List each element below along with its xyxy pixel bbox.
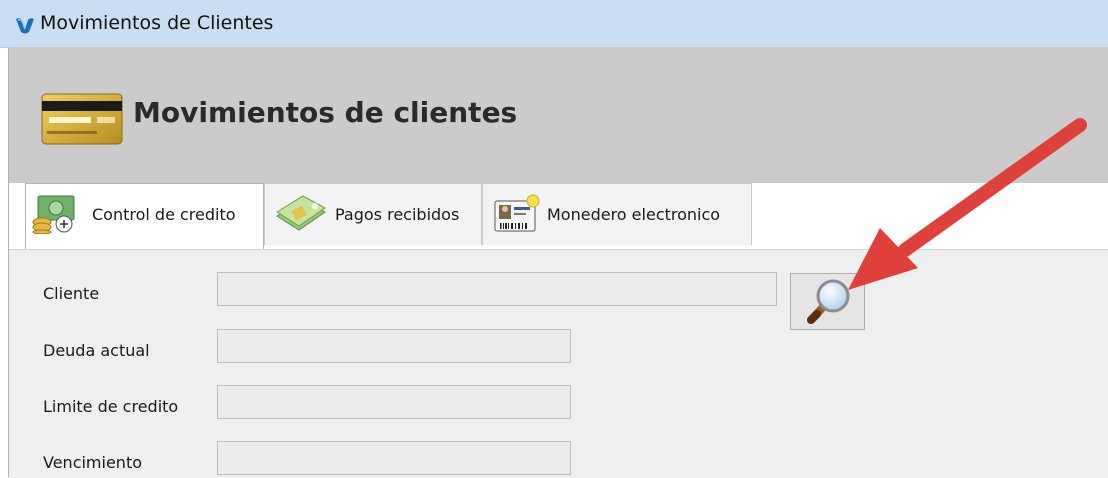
tab-monedero-electronico[interactable]: Monedero electronico [482, 183, 752, 245]
vencimiento-field[interactable] [217, 441, 571, 475]
money-calculator-icon [32, 195, 75, 234]
page-title: Movimientos de clientes [133, 96, 518, 129]
cliente-label: Cliente [43, 284, 100, 303]
tab-bar: Control de credito Pagos recibidos Moned… [9, 183, 1108, 249]
window-title: Movimientos de Clientes [40, 12, 274, 34]
search-client-button[interactable] [790, 273, 865, 330]
deuda-actual-field[interactable] [217, 329, 571, 363]
app-logo-icon [16, 18, 34, 34]
tab-label: Monedero electronico [547, 205, 721, 224]
cliente-field[interactable] [217, 272, 777, 306]
credit-control-form: Cliente Deuda actual Limite de credito V… [9, 249, 1108, 478]
tab-pagos-recibidos[interactable]: Pagos recibidos [264, 183, 482, 245]
header-banner: Movimientos de clientes [9, 47, 1108, 183]
limite-de-credito-label: Limite de credito [43, 397, 179, 416]
tab-control-de-credito[interactable]: Control de credito [25, 183, 264, 249]
window-titlebar: Movimientos de Clientes [0, 0, 1108, 48]
limite-de-credito-field[interactable] [217, 385, 571, 419]
cash-bundle-icon [276, 195, 326, 231]
vencimiento-label: Vencimiento [43, 453, 143, 472]
credit-card-icon [41, 93, 123, 145]
deuda-actual-label: Deuda actual [43, 341, 150, 360]
main-panel: Movimientos de clientes Control de credi… [8, 47, 1108, 478]
tab-label: Pagos recibidos [335, 205, 460, 224]
id-card-icon [494, 194, 540, 232]
magnifier-icon [807, 279, 850, 324]
tab-label: Control de credito [92, 205, 236, 224]
